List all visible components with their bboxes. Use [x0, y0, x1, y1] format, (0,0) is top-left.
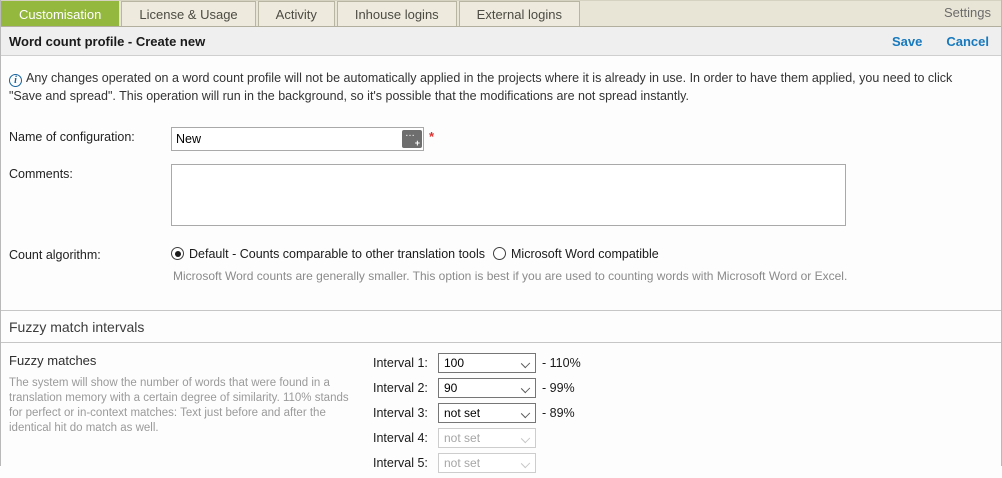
interval-4-row: Interval 4: not set: [373, 428, 581, 448]
count-algorithm-label: Count algorithm:: [9, 245, 171, 262]
fuzzy-matches-description: The system will show the number of words…: [9, 376, 361, 436]
interval-3-row: Interval 3: not set - 89%: [373, 403, 581, 423]
tab-activity[interactable]: Activity: [258, 1, 335, 26]
multilanguage-icon[interactable]: …+: [402, 130, 422, 148]
interval-3-suffix: - 89%: [542, 406, 575, 420]
interval-1-label: Interval 1:: [373, 356, 438, 370]
chevron-down-icon: [521, 384, 530, 393]
fuzzy-match-intervals-section-title: Fuzzy match intervals: [1, 310, 1001, 343]
interval-1-suffix: - 110%: [542, 356, 581, 370]
interval-2-suffix: - 99%: [542, 381, 575, 395]
tab-customisation[interactable]: Customisation: [1, 1, 119, 26]
interval-2-row: Interval 2: 90 - 99%: [373, 378, 581, 398]
intervals-list: Interval 1: 100 - 110% Interval 2: 90 - …: [373, 353, 581, 478]
name-of-configuration-row: Name of configuration: …+ *: [1, 127, 1001, 151]
comments-textarea[interactable]: [171, 164, 846, 226]
fuzzy-matches-block: Fuzzy matches The system will show the n…: [1, 343, 1001, 478]
interval-5-row: Interval 5: not set: [373, 453, 581, 473]
required-marker: *: [429, 127, 434, 151]
comments-row: Comments:: [1, 164, 1001, 226]
chevron-down-icon: [521, 409, 530, 418]
page-header: Word count profile - Create new Save Can…: [1, 26, 1001, 56]
interval-2-select[interactable]: 90: [438, 378, 536, 398]
name-field-wrap: …+: [171, 127, 424, 151]
interval-1-select[interactable]: 100: [438, 353, 536, 373]
interval-2-label: Interval 2:: [373, 381, 438, 395]
count-algorithm-help: Microsoft Word counts are generally smal…: [173, 269, 1001, 283]
info-note: iAny changes operated on a word count pr…: [1, 56, 1001, 105]
cancel-button[interactable]: Cancel: [946, 34, 989, 49]
radio-default-algorithm-label[interactable]: Default - Counts comparable to other tra…: [189, 247, 485, 261]
save-button[interactable]: Save: [892, 34, 922, 49]
interval-5-select: not set: [438, 453, 536, 473]
tab-external-logins[interactable]: External logins: [459, 1, 580, 26]
fuzzy-matches-label: Fuzzy matches: [9, 353, 373, 368]
interval-3-label: Interval 3:: [373, 406, 438, 420]
settings-link[interactable]: Settings: [944, 5, 991, 20]
radio-msword-algorithm[interactable]: [493, 247, 506, 260]
tab-bar: Customisation License & Usage Activity I…: [1, 0, 1001, 26]
interval-5-label: Interval 5:: [373, 456, 438, 470]
tab-license-usage[interactable]: License & Usage: [121, 1, 255, 26]
name-of-configuration-input[interactable]: [176, 132, 402, 146]
info-text: Any changes operated on a word count pro…: [9, 71, 952, 103]
interval-4-select: not set: [438, 428, 536, 448]
name-of-configuration-label: Name of configuration:: [9, 127, 171, 151]
page-title: Word count profile - Create new: [9, 34, 205, 49]
chevron-down-icon: [521, 459, 530, 468]
comments-label: Comments:: [9, 164, 171, 226]
radio-msword-algorithm-label[interactable]: Microsoft Word compatible: [511, 247, 659, 261]
radio-default-algorithm[interactable]: [171, 247, 184, 260]
interval-1-row: Interval 1: 100 - 110%: [373, 353, 581, 373]
info-icon: i: [9, 74, 22, 87]
count-algorithm-row: Count algorithm: Default - Counts compar…: [1, 245, 1001, 262]
interval-3-select[interactable]: not set: [438, 403, 536, 423]
chevron-down-icon: [521, 434, 530, 443]
tab-inhouse-logins[interactable]: Inhouse logins: [337, 1, 457, 26]
chevron-down-icon: [521, 359, 530, 368]
interval-4-label: Interval 4:: [373, 431, 438, 445]
